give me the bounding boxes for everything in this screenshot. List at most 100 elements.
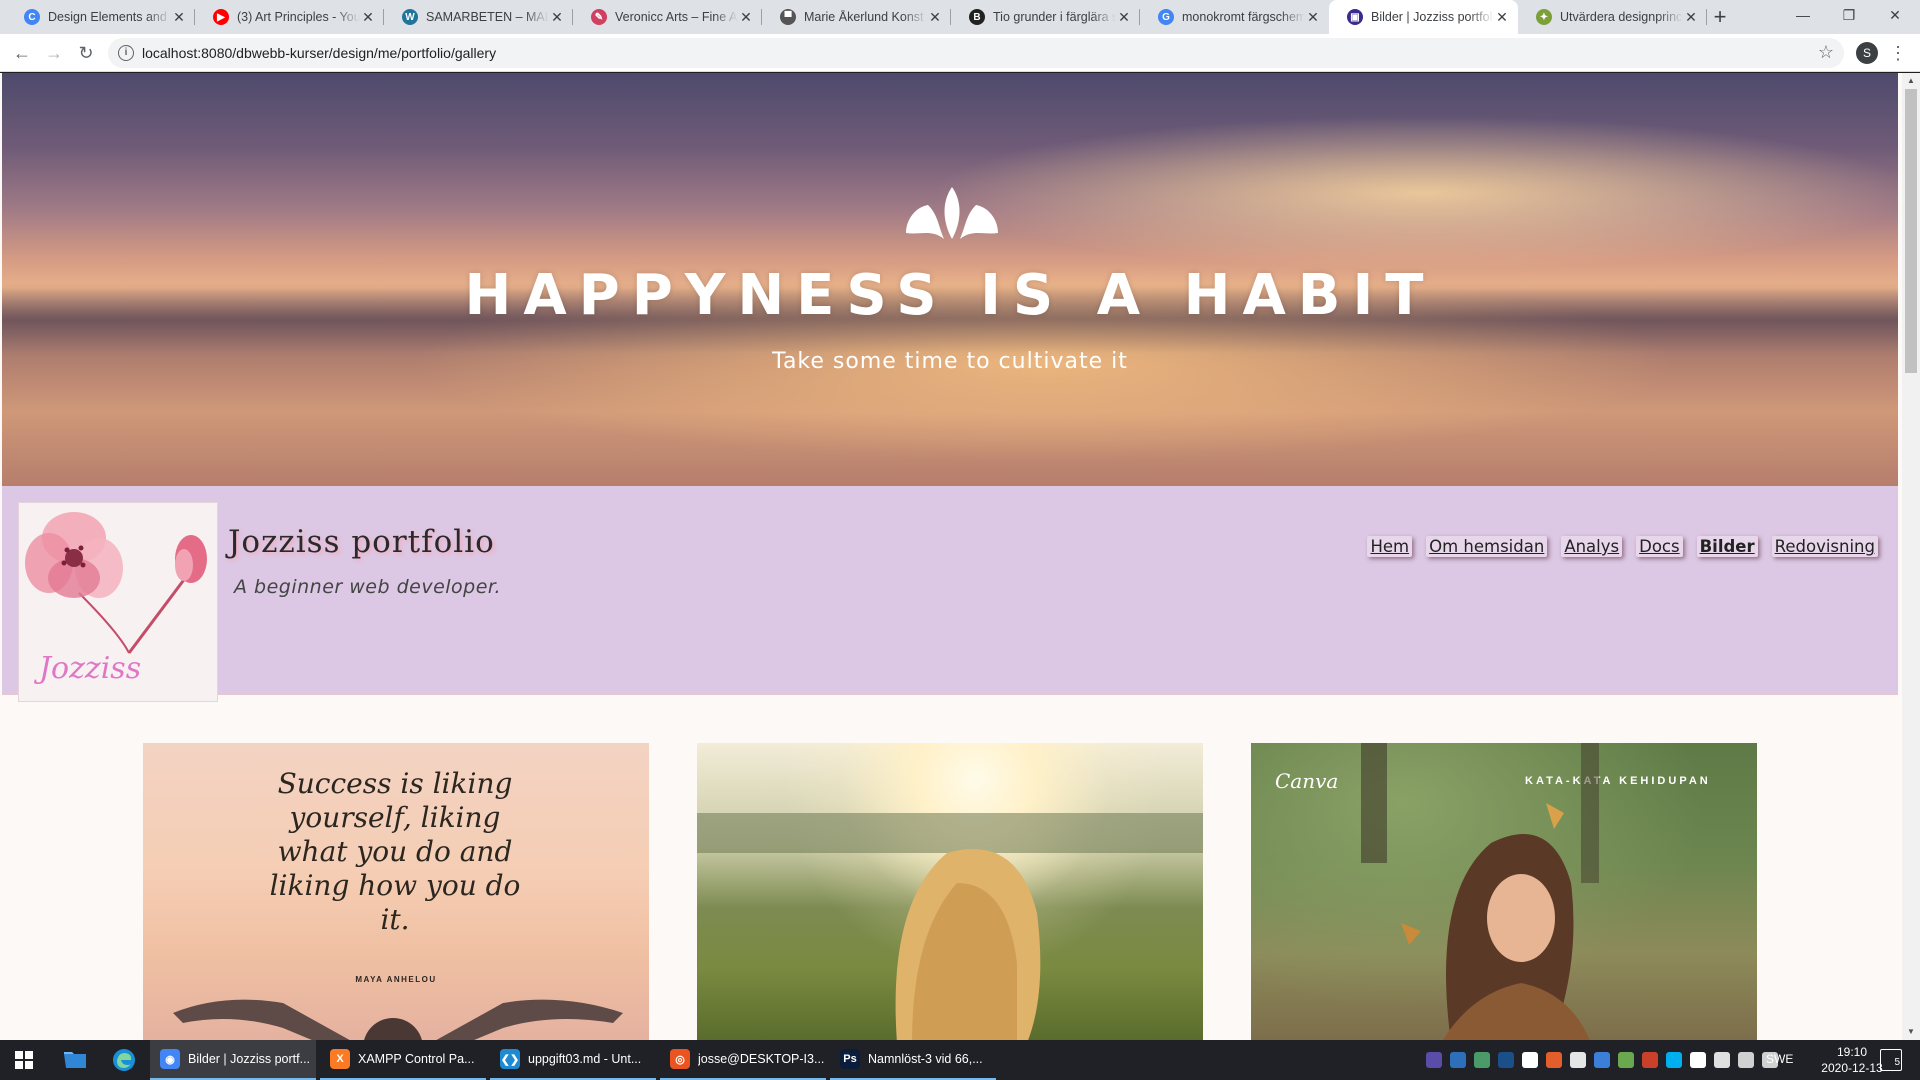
browser-tab[interactable]: ▣ Bilder | Jozziss portfolio ✕ (1329, 0, 1518, 34)
scroll-up-arrow-icon[interactable]: ▲ (1902, 73, 1920, 89)
profile-avatar[interactable]: S (1856, 42, 1878, 64)
url-text: localhost:8080/dbwebb-kurser/design/me/p… (142, 45, 497, 61)
tray-app-icon[interactable] (1450, 1052, 1466, 1068)
close-tab-icon[interactable]: ✕ (927, 9, 943, 26)
usb-icon[interactable] (1570, 1052, 1586, 1068)
site-logo[interactable]: Jozziss (18, 502, 218, 702)
browser-tab-label: Design Elements and Principles (48, 10, 171, 24)
browser-tab-label: Utvärdera designprinciper (1560, 10, 1683, 24)
taskbar-app-button[interactable]: ◎ josse@DESKTOP-I3... (660, 1040, 826, 1080)
nvidia-icon[interactable] (1618, 1052, 1634, 1068)
gallery-image-quote[interactable]: Success is liking yourself, liking what … (143, 743, 649, 1040)
hero-subtitle: Take some time to cultivate it (772, 349, 1128, 374)
tab-separator (761, 9, 762, 25)
browser-tab[interactable]: W SAMARBETEN – MALIN✕ (384, 0, 573, 34)
bluetooth-icon[interactable] (1594, 1052, 1610, 1068)
taskbar-app-label: josse@DESKTOP-I3... (698, 1052, 825, 1066)
close-tab-icon[interactable]: ✕ (738, 9, 754, 26)
browser-tab[interactable]: ▀ Marie Åkerlund Konst K ✕ (762, 0, 951, 34)
browser-tab[interactable]: ✎ Veronicc Arts – Fine Art ✕ (573, 0, 762, 34)
main-navigation: Hem Om hemsidan Analys Docs Bilder Redovisnin… (1367, 536, 1878, 557)
lotus-logo-icon (906, 187, 998, 239)
scroll-down-arrow-icon[interactable]: ▼ (1902, 1024, 1920, 1040)
xampp-tray-icon[interactable] (1546, 1052, 1562, 1068)
browser-tab-label: Tio grunder i färglära s (993, 10, 1116, 24)
steam-icon[interactable] (1498, 1052, 1514, 1068)
close-tab-icon[interactable]: ✕ (1116, 9, 1132, 26)
file-explorer-icon[interactable] (50, 1040, 98, 1080)
close-tab-icon[interactable]: ✕ (171, 9, 187, 26)
page-viewport: HAPPYNESS IS A HABIT Take some time to c… (0, 73, 1902, 1040)
nav-link-om-hemsidan[interactable]: Om hemsidan (1426, 536, 1548, 557)
nav-link-bilder[interactable]: Bilder (1696, 536, 1758, 557)
browser-tab-label: monokromt färgschema (1182, 10, 1305, 24)
hero-title: HAPPYNESS IS A HABIT (464, 263, 1436, 328)
browser-tab[interactable]: ✦ Utvärdera designprinciper✕ (1518, 0, 1707, 34)
bookmark-star-icon[interactable]: ☆ (1818, 42, 1834, 63)
reload-icon[interactable]: ↻ (72, 39, 100, 67)
close-window-button[interactable]: ✕ (1872, 0, 1918, 30)
xampp-icon: X (330, 1049, 350, 1069)
site-info-icon[interactable]: i (118, 45, 134, 61)
input-language[interactable]: SWE (1766, 1052, 1793, 1066)
tab-separator (383, 9, 384, 25)
wifi-icon[interactable] (1738, 1052, 1754, 1068)
nav-link-hem[interactable]: Hem (1367, 536, 1413, 557)
windows-taskbar: SWE 19:10 2020-12-13 5 ◉ Bilder | Jozziss… (0, 1040, 1920, 1080)
browser-tab[interactable]: Gmonokromt färgschema ✕ (1140, 0, 1329, 34)
notification-center-icon[interactable]: 5 (1880, 1049, 1902, 1071)
raised-arms-silhouette (173, 999, 623, 1040)
system-tray (1426, 1040, 1778, 1080)
nav-link-analys[interactable]: Analys (1561, 536, 1623, 557)
browser-tab-label: Veronicc Arts – Fine Art (615, 10, 738, 24)
taskbar-app-button[interactable]: X XAMPP Control Pa... (320, 1040, 486, 1080)
edge-browser-icon[interactable] (100, 1040, 148, 1080)
cloud-icon[interactable] (1522, 1052, 1538, 1068)
forward-arrow-icon[interactable]: → (40, 39, 68, 67)
security-icon[interactable] (1690, 1052, 1706, 1068)
new-tab-button[interactable]: + (1708, 5, 1732, 29)
address-bar[interactable]: i localhost:8080/dbwebb-kurser/design/me… (108, 38, 1844, 68)
taskbar-app-button[interactable]: ◉ Bilder | Jozziss portf... (150, 1040, 316, 1080)
taskbar-app-button[interactable]: Ps Namnlöst-3 vid 66,... (830, 1040, 996, 1080)
minimize-button[interactable]: — (1780, 0, 1826, 30)
tray-app-icon[interactable] (1426, 1052, 1442, 1068)
scroll-thumb[interactable] (1905, 89, 1917, 373)
leaf-icon: ✦ (1536, 9, 1552, 25)
browser-tab[interactable]: B Tio grunder i färglära s ✕ (951, 0, 1140, 34)
tab-separator (572, 9, 573, 25)
image-gallery: Success is liking yourself, liking what … (0, 695, 1896, 1040)
windows-start-icon[interactable] (0, 1040, 48, 1080)
gallery-image-autumn-woman[interactable]: Canva KATA-KATA KEHIDUPAN (1251, 743, 1757, 1040)
site-header: Jozziss Jozziss portfolio A beginner web… (2, 486, 1898, 702)
nav-link-docs[interactable]: Docs (1636, 536, 1683, 557)
restore-button[interactable]: ❐ (1826, 0, 1872, 30)
gallery-image-sunlit-woman[interactable] (697, 743, 1203, 1040)
brush-icon: ✎ (591, 9, 607, 25)
close-tab-icon[interactable]: ✕ (1305, 9, 1321, 26)
tray-app-icon[interactable] (1642, 1052, 1658, 1068)
browser-menu-icon[interactable]: ⋮ (1888, 39, 1908, 67)
skype-icon[interactable] (1666, 1052, 1682, 1068)
browser-toolbar: ← → ↻ i localhost:8080/dbwebb-kurser/des… (0, 34, 1920, 72)
tray-app-icon[interactable] (1474, 1052, 1490, 1068)
portfolio-icon: ▣ (1347, 9, 1363, 25)
browser-tab-label: Bilder | Jozziss portfolio (1371, 10, 1494, 24)
back-arrow-icon[interactable]: ← (8, 39, 36, 67)
wordpress-icon: W (402, 9, 418, 25)
browser-tab[interactable]: C Design Elements and Principles✕ (6, 0, 195, 34)
page-scrollbar[interactable]: ▲ ▼ (1902, 73, 1920, 1040)
site-tagline: A beginner web developer. (234, 576, 502, 598)
taskbar-app-label: XAMPP Control Pa... (358, 1052, 475, 1066)
browser-tab[interactable]: ▶ (3) Art Principles - YouTube✕ (195, 0, 384, 34)
taskbar-app-button[interactable]: ❮❯ uppgift03.md - Unt... (490, 1040, 656, 1080)
blonde-hair-silhouette (697, 813, 1203, 1040)
google-icon: G (1158, 9, 1174, 25)
battery-icon[interactable] (1714, 1052, 1730, 1068)
close-tab-icon[interactable]: ✕ (1683, 9, 1699, 26)
close-tab-icon[interactable]: ✕ (1494, 9, 1510, 26)
close-tab-icon[interactable]: ✕ (360, 9, 376, 26)
close-tab-icon[interactable]: ✕ (549, 9, 565, 26)
nav-link-redovisning[interactable]: Redovisning (1771, 536, 1878, 557)
photoshop-icon: Ps (840, 1049, 860, 1069)
